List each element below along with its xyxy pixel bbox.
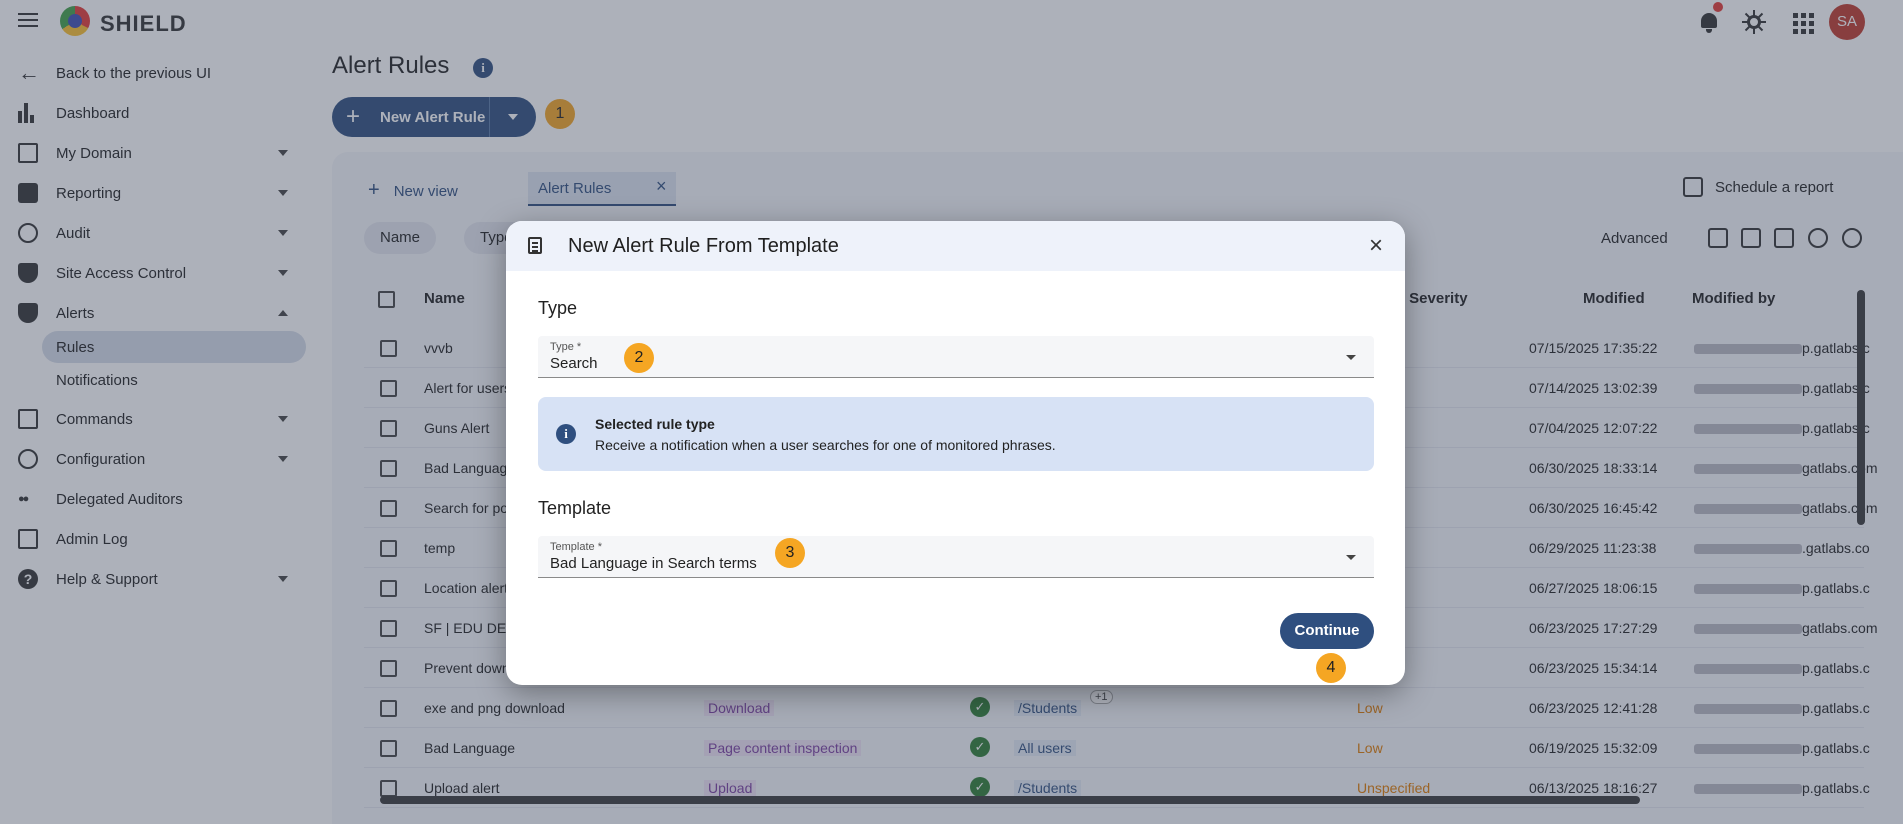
type-select[interactable]: Type * Search <box>538 336 1374 378</box>
document-icon <box>528 237 542 254</box>
dialog-title: New Alert Rule From Template <box>568 235 839 257</box>
template-field-value: Bad Language in Search terms <box>550 555 757 572</box>
step-badge-2: 2 <box>624 343 654 373</box>
template-field-label: Template * <box>550 541 602 553</box>
chevron-down-icon <box>1346 355 1356 360</box>
info-heading: Selected rule type <box>595 416 715 432</box>
continue-button[interactable]: Continue <box>1280 613 1374 649</box>
template-select[interactable]: Template * Bad Language in Search terms <box>538 536 1374 578</box>
info-description: Receive a notification when a user searc… <box>595 437 1056 453</box>
info-icon: i <box>556 424 576 444</box>
type-field-value: Search <box>550 355 598 372</box>
new-alert-rule-dialog: New Alert Rule From Template × Type Type… <box>506 221 1405 685</box>
step-badge-3: 3 <box>775 538 805 568</box>
type-section-label: Type <box>538 298 578 318</box>
dialog-header: New Alert Rule From Template × <box>506 221 1405 271</box>
template-section-label: Template <box>538 498 612 518</box>
chevron-down-icon <box>1346 555 1356 560</box>
rule-type-info-box: i Selected rule type Receive a notificat… <box>538 397 1374 471</box>
close-icon[interactable]: × <box>1364 234 1388 258</box>
step-badge-4: 4 <box>1316 653 1346 683</box>
type-field-label: Type * <box>550 341 582 353</box>
